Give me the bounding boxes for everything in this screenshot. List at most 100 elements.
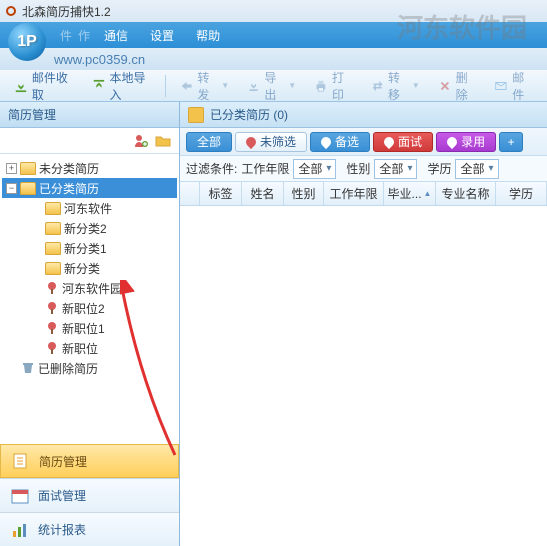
tree-child-0[interactable]: 河东软件 — [26, 198, 177, 218]
pin-icon — [45, 341, 59, 355]
workyears-combo[interactable]: 全部 — [293, 159, 336, 179]
menu-bar: 1P 件 作 通信 设置 帮助 — [0, 22, 547, 48]
forward-button[interactable]: 转发 ▼ — [172, 66, 237, 106]
nav-label: 面试管理 — [38, 487, 86, 504]
gender-combo[interactable]: 全部 — [374, 159, 417, 179]
folder-icon — [45, 202, 61, 215]
print-label: 打印 — [332, 69, 353, 103]
content-title: 已分类简历 (0) — [210, 106, 288, 123]
tree-node-classified[interactable]: − 已分类简历 — [2, 178, 177, 198]
print-button[interactable]: 打印 — [306, 66, 361, 106]
tree-label: 新分类1 — [64, 240, 107, 257]
tree-child-1[interactable]: 新分类2 — [26, 218, 177, 238]
pin-icon — [45, 321, 59, 335]
nav-stats-button[interactable]: 统计报表 — [0, 512, 179, 546]
col-label: 毕业... — [388, 185, 422, 202]
tree-label: 新职位 — [62, 340, 98, 357]
tab-label: 未筛选 — [260, 133, 296, 150]
transfer-button[interactable]: 转移 ▼ — [363, 66, 428, 106]
grid-header: 标签 姓名 性别 工作年限 毕业...▲ 专业名称 学历 — [180, 182, 547, 206]
nav-resume-button[interactable]: 简历管理 — [0, 444, 179, 478]
add-user-icon[interactable] — [133, 133, 149, 149]
sidebar: 简历管理 + 未分类简历 − 已分类简历 河东软件 新分类2 新分类1 新分类 … — [0, 102, 180, 546]
tree-node-deleted[interactable]: 已删除简历 — [2, 358, 177, 378]
tree-label: 未分类简历 — [39, 160, 99, 177]
window-title: 北森简历捕快1.2 — [22, 3, 111, 20]
tab-all[interactable]: 全部 — [186, 132, 232, 152]
col-major[interactable]: 专业名称 — [436, 182, 496, 205]
col-graduate[interactable]: 毕业...▲ — [384, 182, 436, 205]
col-workyears[interactable]: 工作年限 — [324, 182, 384, 205]
col-tag[interactable]: 标签 — [200, 182, 242, 205]
export-label: 导出 — [264, 69, 284, 103]
chevron-down-icon: ▼ — [221, 81, 229, 90]
pin-icon — [45, 301, 59, 315]
folder-icon — [188, 107, 204, 123]
export-icon — [247, 78, 260, 94]
tab-hired[interactable]: 录用 — [436, 132, 496, 152]
download-icon — [14, 78, 28, 94]
filter-gender-label: 性别 — [346, 160, 370, 177]
forward-icon — [180, 78, 193, 94]
tab-bookmark[interactable]: 备选 — [310, 132, 370, 152]
filter-label: 过滤条件: — [186, 160, 237, 177]
tree-label: 河东软件 — [64, 200, 112, 217]
chart-icon — [10, 521, 30, 539]
tab-add[interactable]: + — [499, 132, 523, 152]
tab-interview[interactable]: 面试 — [373, 132, 433, 152]
tree-node-unclassified[interactable]: + 未分类简历 — [2, 158, 177, 178]
tree-child-5[interactable]: 新职位2 — [26, 298, 177, 318]
chevron-down-icon: ▼ — [412, 81, 420, 90]
new-folder-icon[interactable] — [155, 133, 171, 149]
mail-receive-label: 邮件收取 — [32, 69, 74, 103]
local-import-label: 本地导入 — [110, 69, 152, 103]
col-name[interactable]: 姓名 — [242, 182, 284, 205]
sort-asc-icon: ▲ — [424, 189, 432, 198]
nav-interview-button[interactable]: 面试管理 — [0, 478, 179, 512]
delete-button[interactable]: 删除 — [430, 66, 485, 106]
filter-education-label: 学历 — [427, 160, 451, 177]
collapse-icon[interactable]: − — [6, 183, 17, 194]
sidebar-header: 简历管理 — [0, 102, 179, 128]
mail-label: 邮件 — [512, 69, 533, 103]
mail-button[interactable]: 邮件 — [486, 66, 541, 106]
local-import-button[interactable]: 本地导入 — [84, 66, 160, 106]
folder-icon — [45, 262, 61, 275]
import-icon — [92, 78, 106, 94]
tree-children: 河东软件 新分类2 新分类1 新分类 河东软件园 新职位2 新职位1 新职位 — [2, 198, 177, 358]
col-education[interactable]: 学历 — [496, 182, 547, 205]
tree-child-7[interactable]: 新职位 — [26, 338, 177, 358]
tree-child-4[interactable]: 河东软件园 — [26, 278, 177, 298]
expand-icon[interactable]: + — [6, 163, 17, 174]
col-gender[interactable]: 性别 — [284, 182, 324, 205]
toolbar-separator — [165, 75, 166, 97]
delete-label: 删除 — [456, 69, 477, 103]
mail-icon — [494, 78, 508, 94]
resume-tree: + 未分类简历 − 已分类简历 河东软件 新分类2 新分类1 新分类 河东软件园… — [0, 154, 179, 444]
sidebar-bottom-nav: 简历管理 面试管理 统计报表 — [0, 444, 179, 546]
grid-body — [180, 206, 547, 546]
tree-label: 已分类简历 — [39, 180, 99, 197]
tree-child-2[interactable]: 新分类1 — [26, 238, 177, 258]
export-button[interactable]: 导出 ▼ — [239, 66, 304, 106]
tree-child-3[interactable]: 新分类 — [26, 258, 177, 278]
tab-unfiltered[interactable]: 未筛选 — [235, 132, 307, 152]
tree-label: 已删除简历 — [38, 360, 98, 377]
filter-bar: 过滤条件: 工作年限 全部 性别 全部 学历 全部 — [180, 156, 547, 182]
app-logo-icon: 1P — [8, 23, 46, 61]
tree-child-6[interactable]: 新职位1 — [26, 318, 177, 338]
tab-label: 备选 — [335, 133, 359, 150]
pin-icon — [244, 134, 258, 148]
folder-icon — [45, 242, 61, 255]
transfer-label: 转移 — [388, 69, 408, 103]
nav-label: 统计报表 — [38, 521, 86, 538]
mail-receive-button[interactable]: 邮件收取 — [6, 66, 82, 106]
col-blank[interactable] — [180, 182, 200, 205]
tree-label: 新职位1 — [62, 320, 105, 337]
menu-settings[interactable]: 设置 — [142, 25, 182, 46]
menu-help[interactable]: 帮助 — [188, 25, 228, 46]
education-combo[interactable]: 全部 — [455, 159, 498, 179]
document-icon — [11, 452, 31, 470]
delete-icon — [438, 78, 452, 94]
menu-comm[interactable]: 通信 — [96, 25, 136, 46]
